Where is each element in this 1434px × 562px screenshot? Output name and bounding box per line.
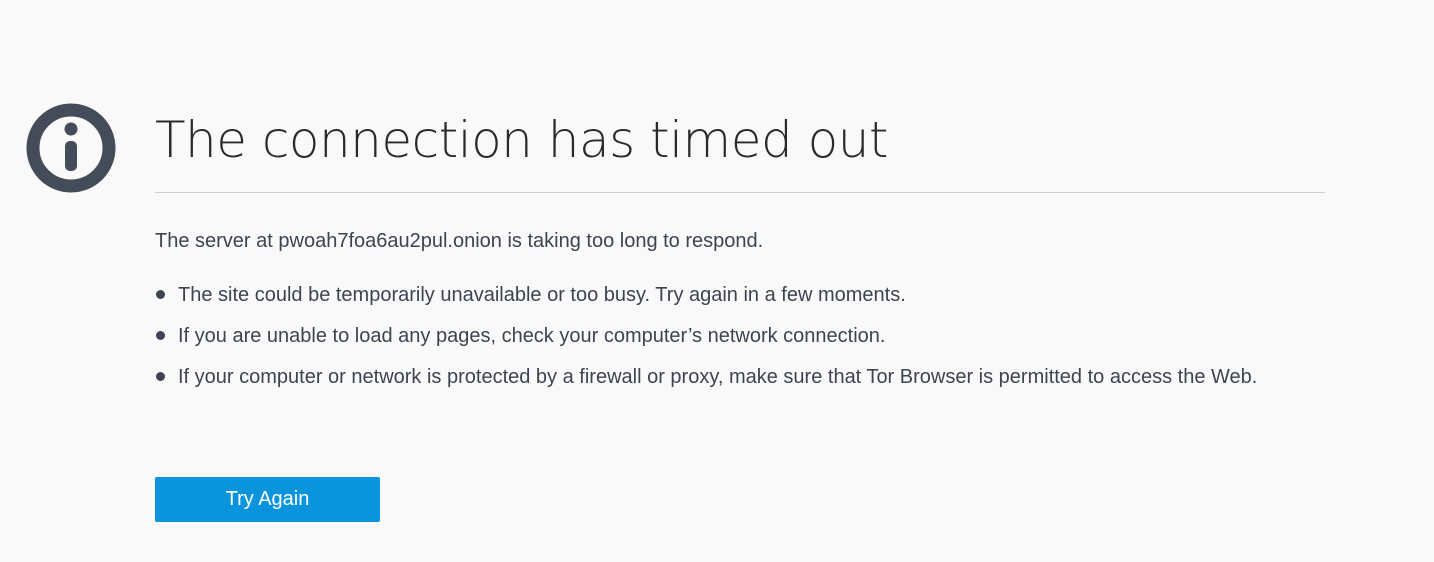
suggestion-text: The site could be temporarily unavailabl… bbox=[178, 284, 906, 306]
bullet-icon bbox=[156, 331, 165, 340]
suggestion-item: If you are unable to load any pages, che… bbox=[155, 321, 1305, 351]
bullet-icon bbox=[156, 372, 165, 381]
suggestion-list: The site could be temporarily unavailabl… bbox=[155, 280, 1305, 403]
page-title: The connection has timed out bbox=[155, 111, 889, 169]
error-description: The server at pwoah7foa6au2pul.onion is … bbox=[155, 230, 764, 252]
error-content: The connection has timed out The server … bbox=[155, 100, 1325, 522]
bullet-icon bbox=[156, 290, 165, 299]
suggestion-item: The site could be temporarily unavailabl… bbox=[155, 280, 1305, 310]
suggestion-item: If your computer or network is protected… bbox=[155, 362, 1305, 392]
try-again-button[interactable]: Try Again bbox=[155, 477, 380, 522]
suggestion-text: If your computer or network is protected… bbox=[178, 366, 1258, 388]
title-divider bbox=[155, 192, 1325, 193]
suggestion-text: If you are unable to load any pages, che… bbox=[178, 325, 886, 347]
error-page-body: { "page": { "title": "The connection has… bbox=[0, 0, 1434, 562]
info-icon bbox=[26, 103, 116, 193]
